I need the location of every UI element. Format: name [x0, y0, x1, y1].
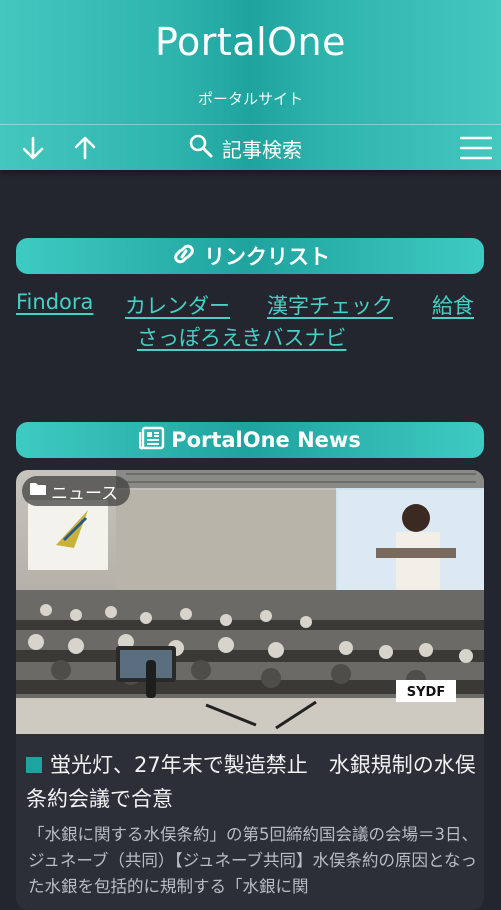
news-card[interactable]: SYDF ニュース 蛍光灯、27年末で製造禁止 水銀規制の水俣条約会議で合意 「… [16, 470, 484, 910]
folder-icon [30, 481, 46, 501]
category-badge: ニュース [22, 476, 131, 506]
site-header: PortalOne ポータルサイト 記事検索 [0, 0, 501, 170]
link-school-lunch[interactable]: 給食 [432, 290, 474, 320]
link-list-heading: リンクリスト [16, 238, 484, 274]
search-label: 記事検索 [222, 137, 302, 162]
newspaper-icon [138, 426, 165, 455]
toolbar: 記事検索 [0, 124, 501, 171]
hamburger-menu-icon[interactable] [458, 133, 494, 163]
article-title-text: 蛍光灯、27年末で製造禁止 水銀規制の水俣条約会議で合意 [26, 753, 476, 811]
link-icon [170, 242, 198, 271]
article-excerpt: 「水銀に関する水俣条約」の第5回締約国会議の会場＝3日、ジュネーブ（共同）【ジュ… [28, 825, 478, 896]
photo-sign-text: SYDF [407, 685, 445, 700]
arrow-down-icon[interactable] [18, 133, 48, 163]
search-icon [188, 133, 214, 163]
category-label: ニュース [51, 483, 119, 504]
link-kanji-check[interactable]: 漢字チェック [267, 290, 393, 320]
arrow-up-icon[interactable] [70, 133, 100, 163]
link-sapporo-bus-navi[interactable]: さっぽろえきバスナビ [137, 322, 346, 352]
site-title[interactable]: PortalOne [0, 20, 501, 64]
link-list-title: リンクリスト [204, 245, 330, 269]
link-findora[interactable]: Findora [16, 290, 93, 314]
search-button[interactable]: 記事検索 [188, 133, 302, 163]
news-heading-title: PortalOne News [171, 428, 361, 452]
link-calendar[interactable]: カレンダー [125, 290, 230, 320]
news-heading: PortalOne News [16, 422, 484, 458]
news-photo[interactable]: SYDF ニュース [16, 470, 484, 734]
title-marker-icon [26, 757, 42, 773]
site-subtitle: ポータルサイト [197, 90, 303, 108]
article-title[interactable]: 蛍光灯、27年末で製造禁止 水銀規制の水俣条約会議で合意 [26, 748, 476, 816]
